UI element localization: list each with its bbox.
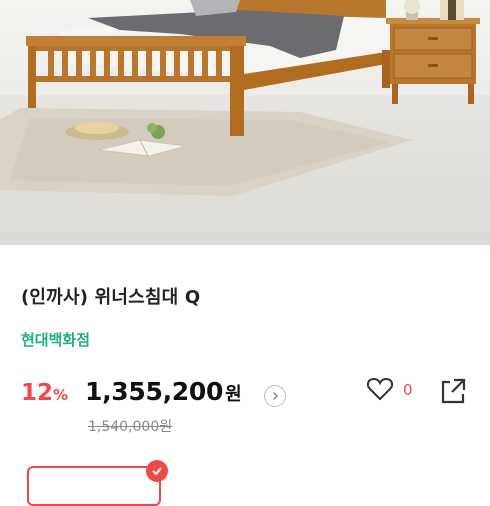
discount-number: 12 bbox=[21, 380, 54, 406]
original-price-unit: 원 bbox=[159, 419, 173, 435]
bedroom-illustration bbox=[0, 0, 480, 196]
check-icon bbox=[146, 460, 168, 482]
discount-unit: % bbox=[53, 386, 69, 404]
chevron-right-icon[interactable] bbox=[264, 385, 286, 407]
like-count: 0 bbox=[403, 381, 413, 399]
sale-price: 1,355,200 원 bbox=[85, 377, 242, 406]
store-link[interactable]: 현대백화점 bbox=[21, 329, 90, 350]
heart-icon[interactable] bbox=[366, 375, 394, 403]
coupon-button[interactable] bbox=[27, 466, 161, 506]
share-icon[interactable] bbox=[438, 374, 470, 406]
sale-price-unit: 원 bbox=[225, 384, 242, 405]
product-image[interactable] bbox=[0, 0, 490, 245]
original-price-value: 1,540,000 bbox=[88, 419, 160, 435]
product-info-panel bbox=[0, 245, 490, 490]
sale-price-value: 1,355,200 bbox=[85, 377, 224, 406]
product-title: (인까사) 위너스침대 Q bbox=[21, 287, 201, 308]
discount-rate: 12% bbox=[21, 380, 68, 406]
original-price: 1,540,000원 bbox=[88, 416, 172, 436]
